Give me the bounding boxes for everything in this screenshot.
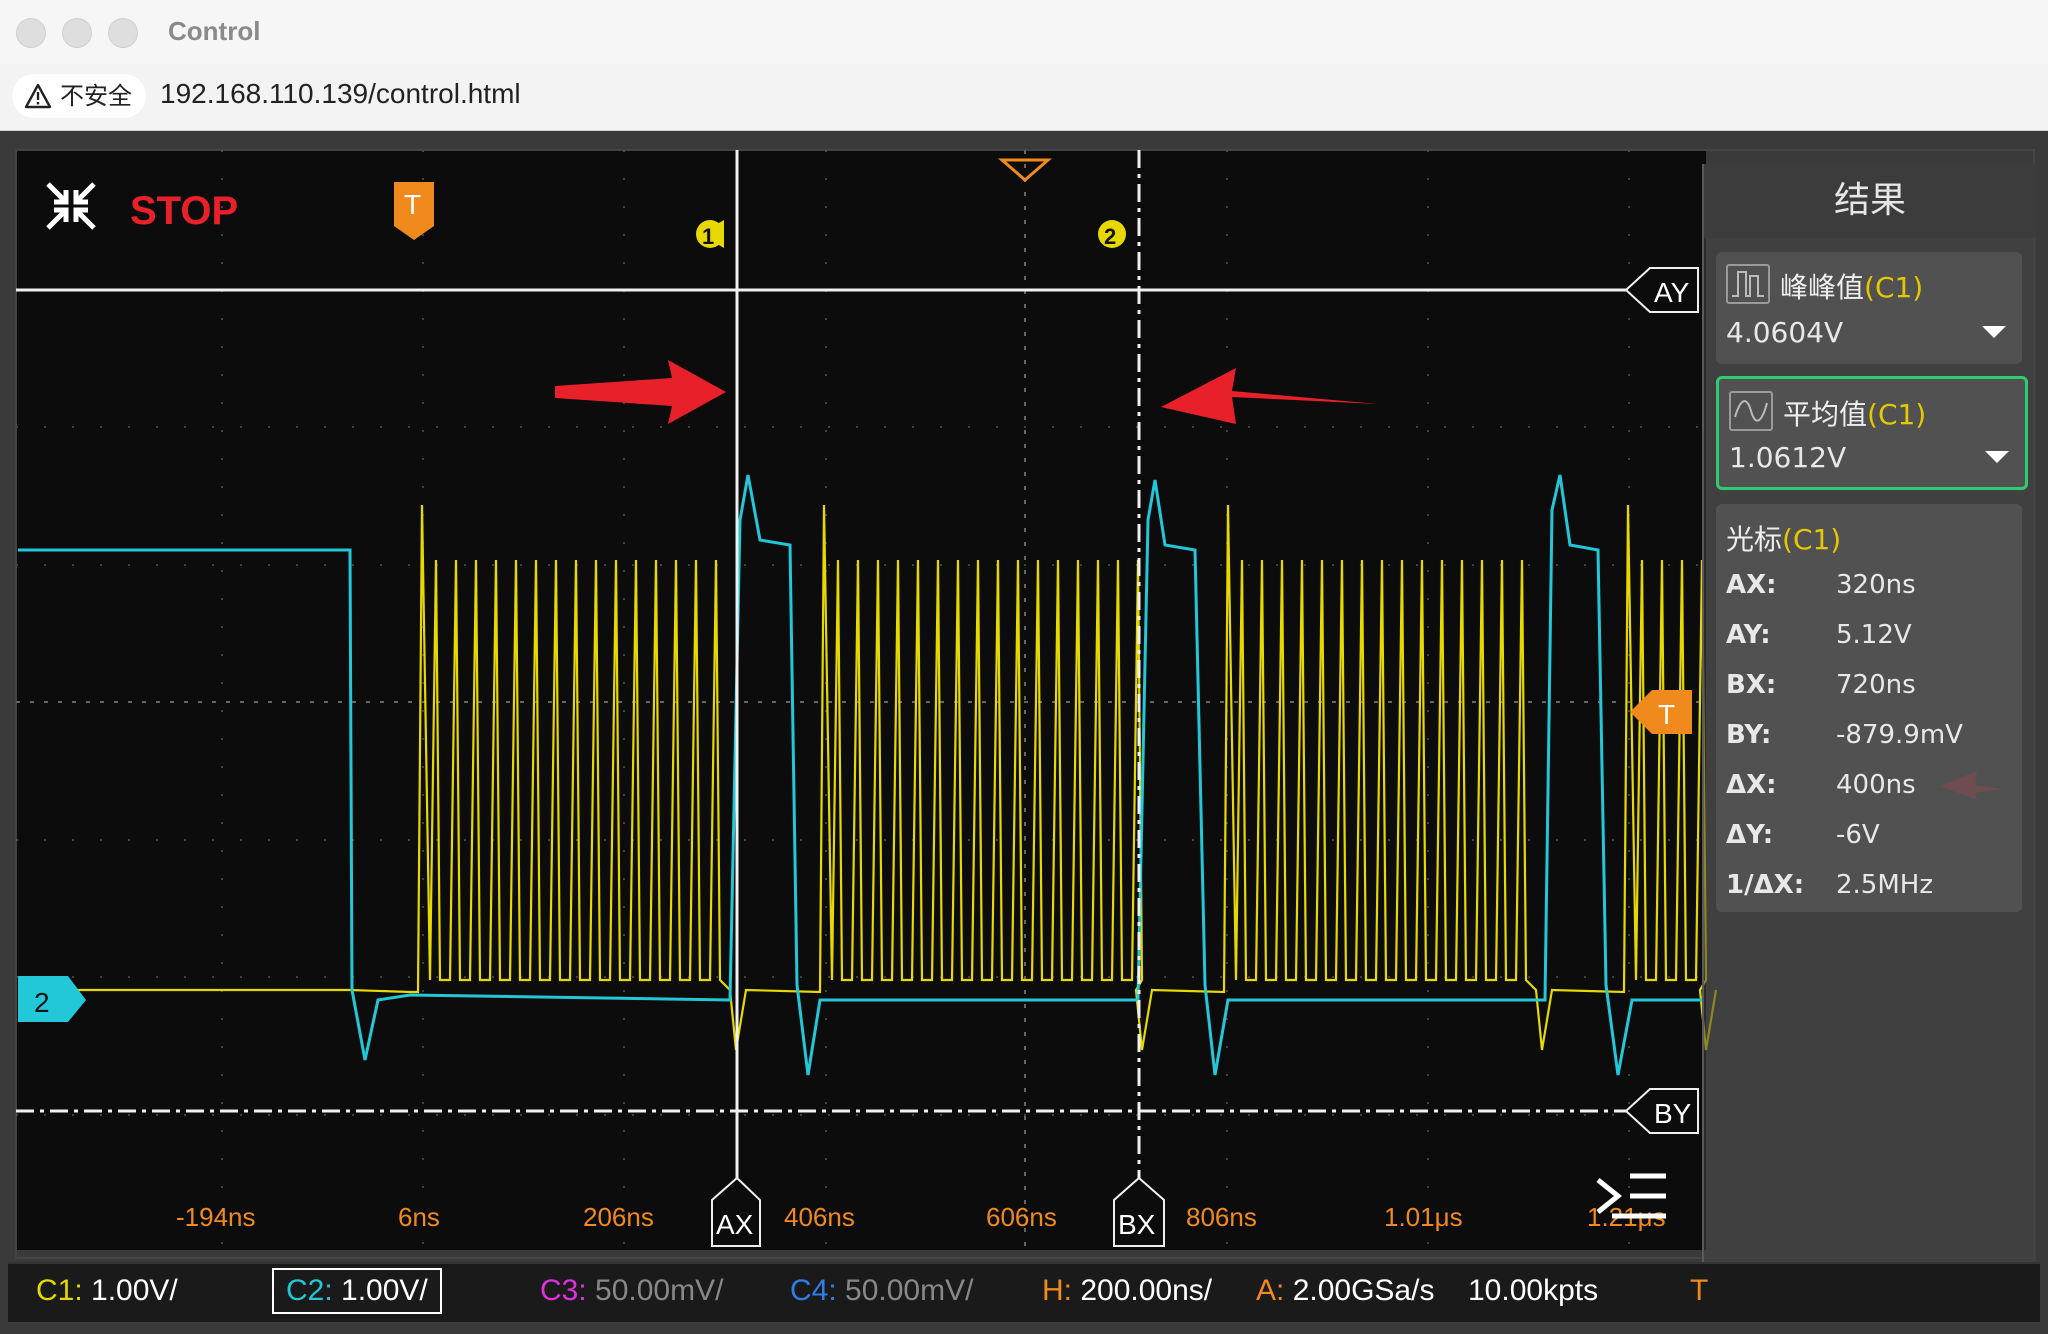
- time-tick: 1.01μs: [1384, 1202, 1463, 1232]
- time-tick: 206ns: [583, 1202, 654, 1232]
- acquisition-rate[interactable]: A: 2.00GSa/s: [1256, 1274, 1434, 1308]
- measurement-value: 4.0604V: [1726, 316, 1844, 349]
- trigger-status[interactable]: T: [1690, 1274, 1708, 1308]
- mean-icon: [1729, 391, 1773, 431]
- cursor-by-label: BY: [1654, 1098, 1692, 1129]
- measurement-value: 1.0612V: [1729, 441, 1847, 474]
- channel-2-scale[interactable]: C2: 1.00V/: [272, 1268, 442, 1314]
- cursor-readout-card[interactable]: 光标(C1) AX: 320ns AY: 5.12V BX: 720ns BY: -87…: [1716, 504, 2022, 912]
- measurement-card-mean[interactable]: 平均值(C1) 1.0612V: [1716, 376, 2028, 490]
- measurement-label: 平均值(C1): [1783, 398, 1927, 431]
- cursor-ay-label: AY: [1654, 277, 1690, 308]
- time-tick: -194ns: [176, 1202, 256, 1232]
- peak-to-peak-icon: [1726, 264, 1770, 304]
- waveform-area[interactable]: [16, 150, 1706, 1250]
- memory-depth[interactable]: 10.00kpts: [1468, 1274, 1598, 1308]
- cursor-readout-row: ΔX: 400ns: [1726, 770, 1916, 800]
- cursor-readout-row: AX: 320ns: [1726, 570, 1916, 600]
- cursor-readout-row: AY: 5.12V: [1726, 620, 1912, 650]
- chevron-down-icon[interactable]: [1982, 326, 2006, 338]
- channel-2-marker-label: 2: [34, 987, 50, 1018]
- results-panel-title: 结果: [1704, 164, 2036, 238]
- horizontal-scale[interactable]: H: 200.00ns/: [1042, 1274, 1212, 1308]
- cursor-readout-row: ΔY: -6V: [1726, 820, 1880, 850]
- cursor-readout-row: 1/ΔX: 2.5MHz: [1726, 870, 1933, 900]
- time-tick: 6ns: [398, 1202, 440, 1232]
- channel-3-scale[interactable]: C3: 50.00mV/: [540, 1274, 723, 1308]
- cursor-readout-row: BX: 720ns: [1726, 670, 1916, 700]
- trigger-time-label: T: [404, 189, 421, 220]
- chevron-down-icon[interactable]: [1985, 451, 2009, 463]
- channel-4-scale[interactable]: C4: 50.00mV/: [790, 1274, 973, 1308]
- channel-1-scale[interactable]: C1: 1.00V/: [36, 1274, 178, 1308]
- time-tick: 606ns: [986, 1202, 1057, 1232]
- run-state-label[interactable]: STOP: [130, 189, 238, 233]
- trigger-level-label: T: [1658, 699, 1675, 730]
- cursor-readout-title: 光标(C1): [1726, 523, 1842, 556]
- measurement-card-peak-to-peak[interactable]: 峰峰值(C1) 4.0604V: [1716, 252, 2022, 364]
- results-panel: 结果 峰峰值(C1) 4.0604V 平均值(C1) 1.0612V 光标(C1…: [1702, 164, 2036, 1302]
- measurement-label: 峰峰值(C1): [1780, 271, 1924, 304]
- cursor-2-label: 2: [1104, 224, 1116, 249]
- cursor-ax-label: AX: [716, 1209, 754, 1240]
- status-bar: C1: 1.00V/ C2: 1.00V/ C3: 50.00mV/ C4: 5…: [8, 1262, 2040, 1322]
- cursor-readout-row: BY: -879.9mV: [1726, 720, 1963, 750]
- cursor-bx-label: BX: [1118, 1209, 1156, 1240]
- time-tick: 806ns: [1186, 1202, 1257, 1232]
- cursor-1-label: 1: [702, 224, 714, 249]
- time-tick: 406ns: [784, 1202, 855, 1232]
